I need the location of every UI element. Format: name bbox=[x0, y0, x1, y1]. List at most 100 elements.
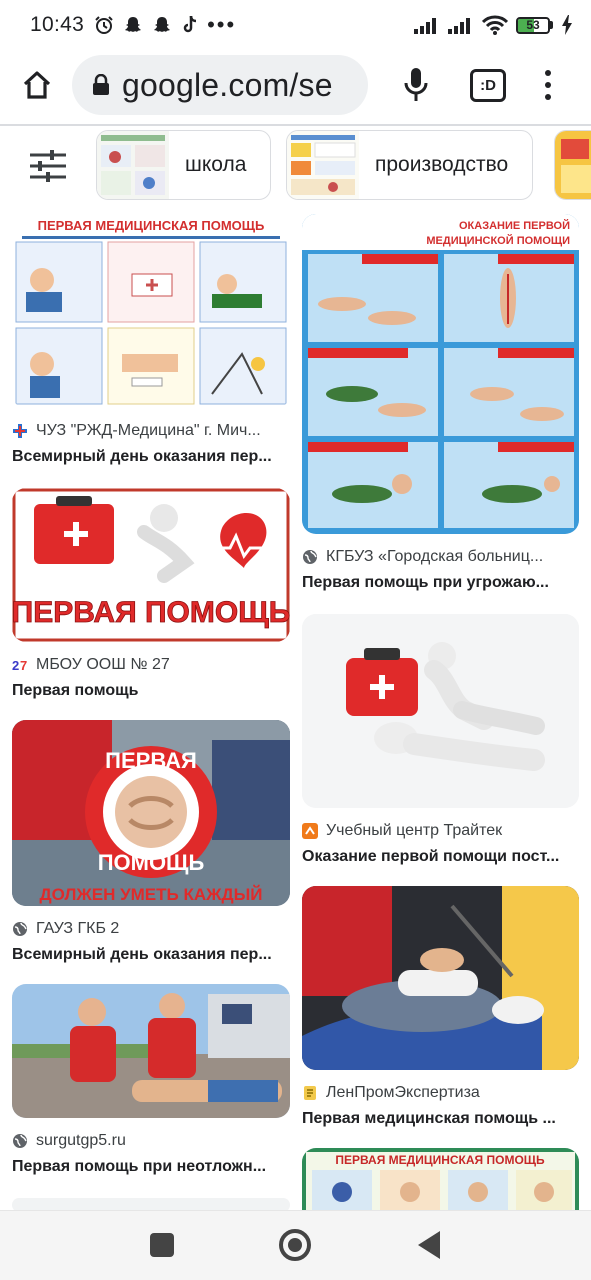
status-time: 10:43 bbox=[30, 13, 85, 36]
home-circle-icon[interactable] bbox=[279, 1229, 311, 1261]
result-title[interactable]: Оказание первой помощи пост... bbox=[302, 848, 579, 866]
result-image[interactable]: ПЕРВАЯ МЕДИЦИНСКАЯ ПОМОЩЬ bbox=[12, 214, 290, 408]
result-image[interactable] bbox=[302, 614, 579, 808]
result-source: КГБУЗ «Городская больниц... bbox=[302, 546, 579, 568]
url-text[interactable]: google.com/se bbox=[122, 67, 333, 104]
globe-icon bbox=[12, 1133, 28, 1149]
chip-more[interactable] bbox=[554, 130, 591, 200]
first-aid-green-poster-image: ПЕРВАЯ МЕДИЦИНСКАЯ ПОМОЩЬ bbox=[302, 1148, 579, 1210]
result-card[interactable]: ЛенПромЭкспертиза Первая медицинская пом… bbox=[302, 886, 579, 1128]
image-text-top: ПЕРВАЯ bbox=[105, 748, 197, 773]
cpr-photo-image: ПЕРВАЯ ПОМОЩЬ ДОЛЖЕН УМЕТЬ КАЖДЫЙ bbox=[12, 720, 290, 906]
chip-thumbnail bbox=[287, 131, 359, 199]
result-source: ГАУЗ ГКБ 2 bbox=[12, 918, 290, 940]
svg-text:МЕДИЦИНСКОЙ ПОМОЩИ: МЕДИЦИНСКОЙ ПОМОЩИ bbox=[426, 234, 570, 247]
home-icon bbox=[23, 71, 51, 99]
result-image[interactable]: ПЕРВАЯ ПОМОЩЬ ДОЛЖЕН УМЕТЬ КАЖДЫЙ bbox=[12, 720, 290, 906]
result-source: 27 МБОУ ООШ № 27 bbox=[12, 654, 290, 676]
chip-label: производство bbox=[375, 153, 509, 176]
result-image[interactable]: ОКАЗАНИЕ ПЕРВОЙ МЕДИЦИНСКОЙ ПОМОЩИ bbox=[302, 214, 579, 534]
result-card[interactable]: Учебный центр Трайтек Оказание первой по… bbox=[302, 614, 579, 866]
result-source: Учебный центр Трайтек bbox=[302, 820, 579, 842]
filter-settings-icon[interactable] bbox=[28, 148, 68, 184]
lock-icon[interactable] bbox=[92, 74, 110, 96]
poster-title: ПЕРВАЯ МЕДИЦИНСКАЯ ПОМОЩЬ bbox=[38, 218, 265, 233]
lenprom-icon bbox=[302, 1085, 318, 1101]
svg-text:ОКАЗАНИЕ ПЕРВОЙ: ОКАЗАНИЕ ПЕРВОЙ bbox=[459, 219, 570, 232]
first-aid-kit-image: ПЕРВАЯ ПОМОЩЬ bbox=[12, 488, 290, 642]
voice-search-button[interactable] bbox=[398, 64, 434, 106]
source-name: ЧУЗ "РЖД-Медицина" г. Мич... bbox=[36, 422, 261, 439]
alarm-icon bbox=[95, 16, 113, 34]
source-name: Учебный центр Трайтек bbox=[326, 822, 503, 839]
system-navigation-bar bbox=[0, 1210, 591, 1280]
image-caption: ДОЛЖЕН УМЕТЬ КАЖДЫЙ bbox=[40, 885, 263, 904]
wifi-icon bbox=[482, 15, 508, 35]
more-dots-icon: ••• bbox=[207, 12, 237, 37]
globe-icon bbox=[12, 921, 28, 937]
result-source: ЧУЗ "РЖД-Медицина" г. Мич... bbox=[12, 420, 290, 442]
result-source: ЛенПромЭкспертиза bbox=[302, 1082, 579, 1104]
result-card[interactable]: ОКАЗАНИЕ ПЕРВОЙ МЕДИЦИНСКОЙ ПОМОЩИ КГБУЗ… bbox=[302, 214, 579, 592]
chip-school[interactable]: школа bbox=[96, 130, 272, 200]
result-title[interactable]: Первая медицинская помощь ... bbox=[302, 1110, 579, 1128]
result-card[interactable]: ПЕРВАЯ МЕДИЦИНСКАЯ ПОМОЩЬ ЧУЗ "РЖД-Медиц… bbox=[12, 214, 290, 466]
result-title[interactable]: Первая помощь при угрожаю... bbox=[302, 574, 579, 592]
result-image[interactable]: ПЕРВАЯ ПОМОЩЬ bbox=[12, 488, 290, 642]
recents-square-icon[interactable] bbox=[150, 1233, 174, 1257]
result-title[interactable]: Первая помощь bbox=[12, 682, 290, 700]
toolbar-divider bbox=[0, 124, 591, 126]
address-bar[interactable]: google.com/se bbox=[72, 55, 368, 115]
image-text-bottom: ПОМОЩЬ bbox=[98, 850, 205, 875]
snapchat-icon bbox=[154, 17, 171, 32]
chip-thumbnail bbox=[97, 131, 169, 199]
tab-switcher-button[interactable]: :D bbox=[470, 69, 506, 102]
signal-icon bbox=[414, 18, 436, 34]
tab-count: :D bbox=[480, 77, 496, 94]
source-name: ЛенПромЭкспертиза bbox=[326, 1084, 480, 1101]
first-aid-poster-image: ПЕРВАЯ МЕДИЦИНСКАЯ ПОМОЩЬ bbox=[12, 214, 290, 408]
result-image[interactable]: ПЕРВАЯ МЕДИЦИНСКАЯ ПОМОЩЬ bbox=[302, 1148, 579, 1210]
chip-production[interactable]: производство bbox=[286, 130, 534, 200]
system-icons: 53 bbox=[414, 15, 573, 35]
result-image[interactable] bbox=[12, 984, 290, 1118]
battery-percent: 53 bbox=[526, 17, 540, 32]
paramedics-photo-image bbox=[12, 984, 290, 1118]
source-name: МБОУ ООШ № 27 bbox=[36, 656, 170, 673]
image-headline: ПЕРВАЯ ПОМОЩЬ bbox=[12, 596, 290, 629]
school-27-icon: 27 bbox=[12, 657, 28, 673]
source-name: surgutgp5.ru bbox=[36, 1132, 126, 1149]
signal-icon bbox=[448, 18, 470, 34]
status-bar: 10:43 ••• 53 bbox=[0, 0, 591, 50]
related-searches-chips: школа производство bbox=[0, 128, 591, 202]
chip-thumbnail bbox=[555, 131, 591, 199]
first-aid-3d-figure-image bbox=[302, 614, 579, 808]
poster-title: ПЕРВАЯ МЕДИЦИНСКАЯ ПОМОЩЬ bbox=[335, 1153, 545, 1167]
overflow-menu-icon[interactable] bbox=[534, 64, 562, 106]
result-title[interactable]: Первая помощь при неотложн... bbox=[12, 1158, 290, 1176]
notification-icons bbox=[94, 15, 199, 35]
back-triangle-icon[interactable] bbox=[418, 1231, 440, 1259]
snapchat-icon bbox=[125, 17, 142, 32]
charging-icon bbox=[562, 15, 572, 35]
mic-icon bbox=[404, 68, 428, 101]
battery-icon: 53 bbox=[516, 16, 553, 34]
svg-text:2: 2 bbox=[12, 658, 19, 673]
medical-treatment-photo-image bbox=[302, 886, 579, 1070]
globe-icon bbox=[302, 549, 318, 565]
tiktok-icon bbox=[183, 15, 197, 33]
result-card[interactable]: ПЕРВАЯ ПОМОЩЬ ДОЛЖЕН УМЕТЬ КАЖДЫЙ ГАУЗ Г… bbox=[12, 720, 290, 964]
result-card[interactable]: surgutgp5.ru Первая помощь при неотложн.… bbox=[12, 984, 290, 1176]
source-name: ГАУЗ ГКБ 2 bbox=[36, 920, 120, 937]
traitek-icon bbox=[302, 823, 318, 839]
result-title[interactable]: Всемирный день оказания пер... bbox=[12, 946, 290, 964]
svg-text:7: 7 bbox=[20, 658, 27, 673]
rzd-medicine-icon bbox=[12, 423, 28, 439]
source-name: КГБУЗ «Городская больниц... bbox=[326, 548, 544, 565]
home-button[interactable] bbox=[16, 64, 58, 106]
first-aid-blue-poster-image: ОКАЗАНИЕ ПЕРВОЙ МЕДИЦИНСКОЙ ПОМОЩИ bbox=[302, 214, 579, 534]
result-title[interactable]: Всемирный день оказания пер... bbox=[12, 448, 290, 466]
result-card[interactable]: ПЕРВАЯ МЕДИЦИНСКАЯ ПОМОЩЬ bbox=[302, 1148, 579, 1210]
result-card[interactable]: ПЕРВАЯ ПОМОЩЬ 27 МБОУ ООШ № 27 Первая по… bbox=[12, 488, 290, 700]
result-image[interactable] bbox=[302, 886, 579, 1070]
